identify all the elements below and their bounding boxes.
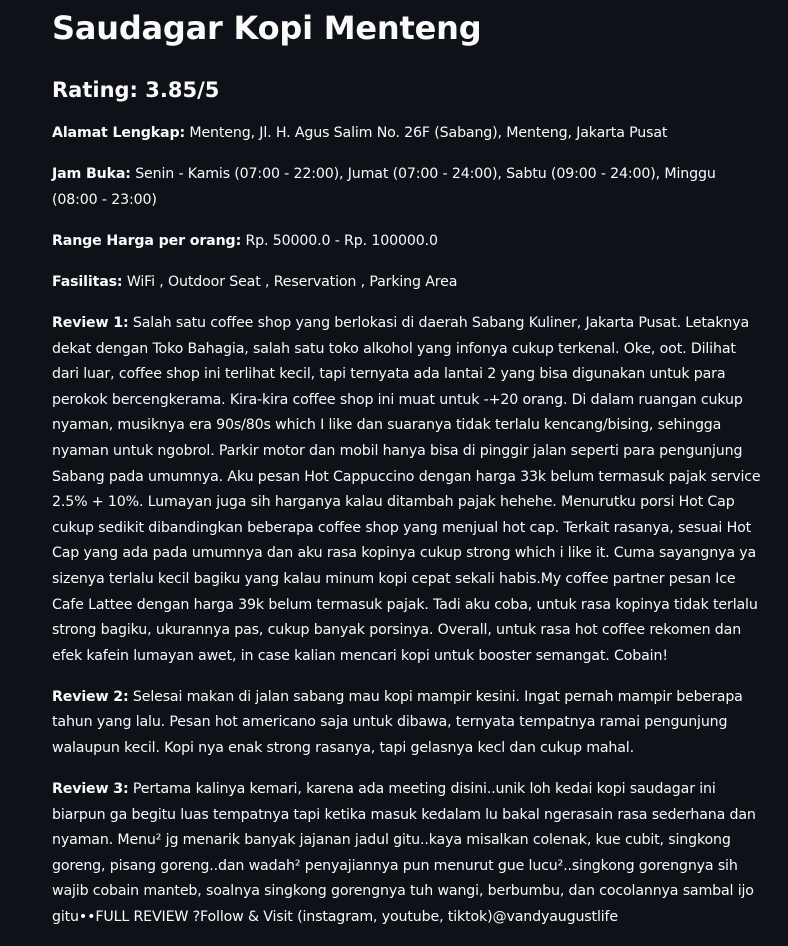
- rating-heading: Rating: 3.85/5: [52, 78, 220, 102]
- address-field: Alamat Lengkap: Menteng, Jl. H. Agus Sal…: [52, 121, 764, 147]
- review-3: Review 3: Pertama kalinya kemari, karena…: [52, 777, 764, 931]
- price-range-field: Range Harga per orang: Rp. 50000.0 - Rp.…: [52, 229, 764, 255]
- details: Alamat Lengkap: Menteng, Jl. H. Agus Sal…: [52, 121, 764, 946]
- field-value: Senin - Kamis (07:00 - 22:00), Jumat (07…: [52, 166, 716, 208]
- field-label: Alamat Lengkap:: [52, 125, 186, 141]
- field-value: Menteng, Jl. H. Agus Salim No. 26F (Saba…: [185, 125, 668, 141]
- field-value: WiFi , Outdoor Seat , Reservation , Park…: [122, 273, 458, 290]
- review-label: Review 1:: [52, 314, 129, 331]
- field-value: Rp. 50000.0 - Rp. 100000.0: [241, 232, 438, 249]
- page-title: Saudagar Kopi Menteng: [52, 9, 482, 47]
- review-text: Salah satu coffee shop yang berlokasi di…: [52, 314, 761, 664]
- review-1: Review 1: Salah satu coffee shop yang be…: [52, 311, 764, 669]
- review-label: Review 2:: [52, 688, 129, 705]
- field-label: Range Harga per orang:: [52, 232, 242, 249]
- review-text: Selesai makan di jalan sabang mau kopi m…: [52, 688, 743, 756]
- field-label: Jam Buka:: [52, 166, 131, 183]
- review-2: Review 2: Selesai makan di jalan sabang …: [52, 685, 764, 762]
- review-text: Pertama kalinya kemari, karena ada meeti…: [52, 781, 756, 926]
- facilities-field: Fasilitas: WiFi , Outdoor Seat , Reserva…: [52, 270, 764, 296]
- field-label: Fasilitas:: [52, 273, 123, 290]
- review-label: Review 3:: [52, 781, 129, 798]
- hours-field: Jam Buka: Senin - Kamis (07:00 - 22:00),…: [52, 162, 764, 213]
